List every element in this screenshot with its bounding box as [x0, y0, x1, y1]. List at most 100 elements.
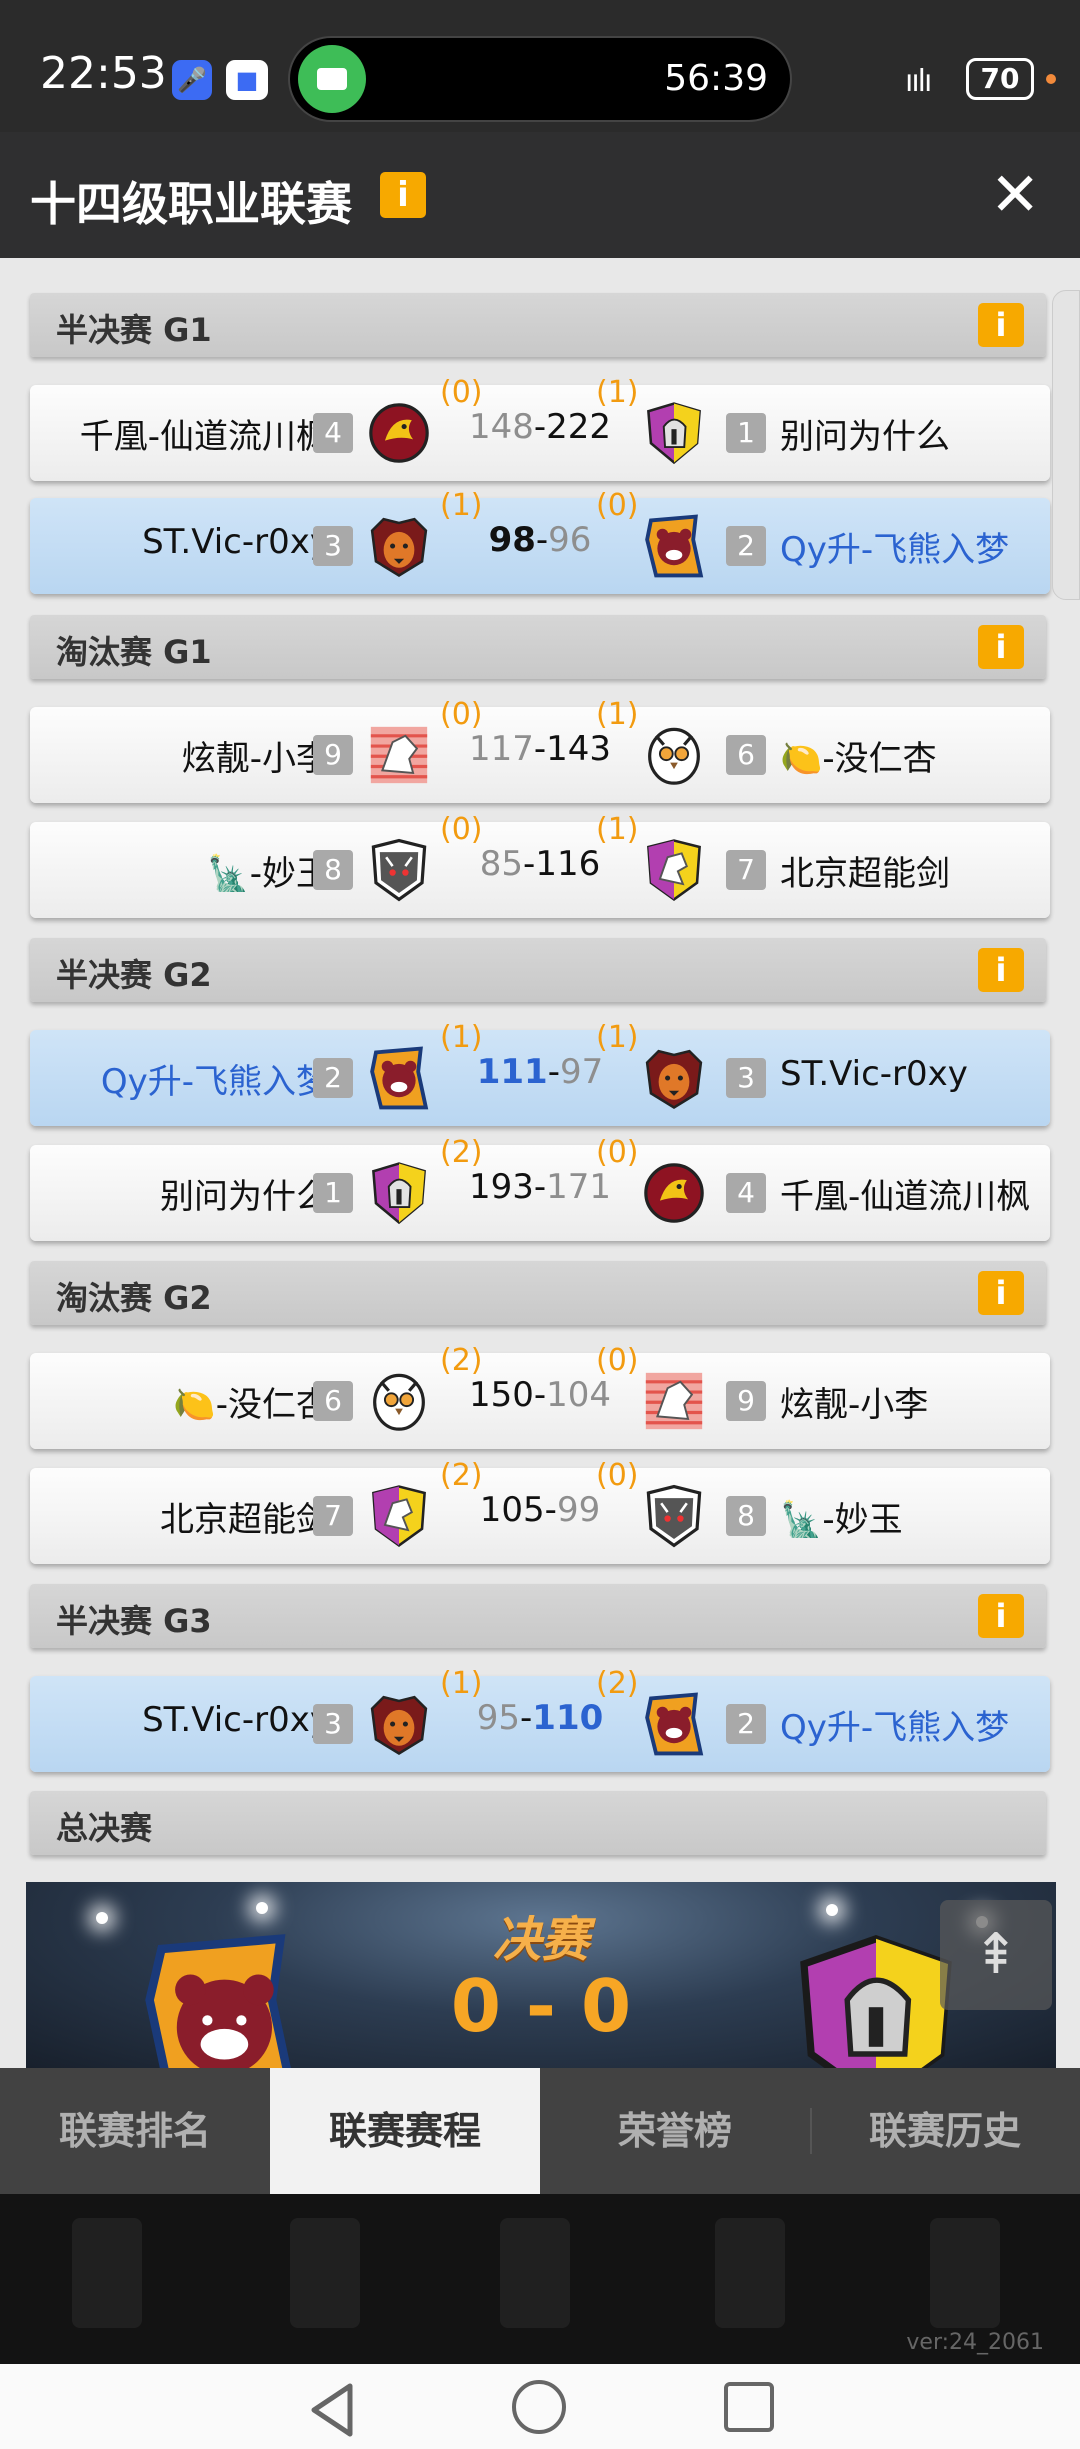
version-label: ver:24_2061: [906, 2330, 1044, 2355]
tab-schedule[interactable]: 联赛赛程: [270, 2068, 540, 2194]
microphone-icon: 🎤: [172, 60, 212, 100]
team-name-right[interactable]: 🍋-没仁杏: [780, 731, 937, 780]
bear-logo[interactable]: [642, 1690, 706, 1758]
wins-count-right: (1): [596, 375, 639, 410]
wolf-logo[interactable]: [367, 721, 431, 789]
wins-count-left: (2): [440, 1135, 483, 1170]
team-name-left[interactable]: 千凰-仙道流川枫: [80, 409, 330, 458]
wins-count-right: (0): [596, 1135, 639, 1170]
dragon-logo[interactable]: [367, 399, 431, 467]
close-icon[interactable]: ✕: [990, 160, 1040, 230]
info-icon[interactable]: i: [978, 625, 1024, 669]
match-row[interactable]: 北京超能剑 7 (2) 105-99 (0) 8 🗽-妙玉: [30, 1458, 1050, 1564]
wins-count-left: (1): [440, 488, 483, 523]
match-row[interactable]: 别问为什么 1 (2) 193-171 (0) 4 千凰-仙道流川枫: [30, 1135, 1050, 1241]
match-row[interactable]: ST.Vic-r0xy 3 (1) 95-110 (2) 2 Qy升-飞熊入梦: [30, 1666, 1050, 1772]
section-header[interactable]: 半决赛 G2 i: [30, 938, 1046, 1002]
team-name-right[interactable]: 炫靓-小李: [780, 1377, 928, 1426]
section-title: 总决赛: [56, 1809, 153, 1847]
back-icon[interactable]: [308, 2382, 358, 2438]
match-score: 98-96: [460, 520, 620, 560]
tab-standings[interactable]: 联赛排名: [0, 2068, 270, 2194]
seed-badge-right: 4: [726, 1173, 766, 1213]
lion-logo[interactable]: [367, 512, 431, 580]
team-name-left[interactable]: 别问为什么: [160, 1169, 330, 1218]
section-title: 淘汰赛 G1: [56, 633, 212, 671]
bear-logo[interactable]: [367, 1044, 431, 1112]
team-name-left[interactable]: 🍋-没仁杏: [173, 1377, 330, 1426]
match-row[interactable]: 炫靓-小李 9 (0) 117-143 (1) 6 🍋-没仁杏: [30, 697, 1050, 803]
tab-history[interactable]: 联赛历史: [810, 2068, 1080, 2194]
team-name-right[interactable]: 🗽-妙玉: [780, 1492, 903, 1541]
home-icon[interactable]: [512, 2380, 566, 2434]
info-icon[interactable]: i: [380, 172, 426, 218]
cat-logo[interactable]: [367, 836, 431, 904]
score-separator: -: [533, 729, 547, 769]
wins-count-right: (1): [596, 812, 639, 847]
section-title: 半决赛 G2: [56, 956, 212, 994]
wins-count-right: (2): [596, 1666, 639, 1701]
team-name-right[interactable]: Qy升-飞熊入梦: [780, 522, 1009, 571]
section-header[interactable]: 淘汰赛 G1 i: [30, 615, 1046, 679]
score-left: 111: [476, 1052, 548, 1092]
team-name-left[interactable]: Qy升-飞熊入梦: [101, 1054, 330, 1103]
info-icon[interactable]: i: [978, 1271, 1024, 1315]
dragon-logo[interactable]: [642, 1159, 706, 1227]
seed-badge-left: 4: [313, 413, 353, 453]
call-pill[interactable]: 56:39: [288, 36, 792, 122]
scroll-to-top-button[interactable]: ⇞: [940, 1900, 1052, 2010]
lion-logo[interactable]: [367, 1690, 431, 1758]
section-header[interactable]: 淘汰赛 G2 i: [30, 1261, 1046, 1325]
section-header[interactable]: 半决赛 G3 i: [30, 1584, 1046, 1648]
spartan-logo[interactable]: [642, 399, 706, 467]
score-right: 116: [535, 844, 601, 884]
section-header[interactable]: 总决赛: [30, 1791, 1046, 1855]
info-icon[interactable]: i: [978, 303, 1024, 347]
scrollbar[interactable]: [1052, 290, 1080, 600]
score-separator: -: [544, 1490, 557, 1530]
ghost-icon: [930, 2218, 1000, 2328]
seed-badge-right: 6: [726, 735, 766, 775]
pegasus-logo[interactable]: [367, 1482, 431, 1550]
team-name-right[interactable]: 别问为什么: [780, 409, 950, 458]
section-header[interactable]: 半决赛 G1 i: [30, 293, 1046, 357]
schedule-list[interactable]: 半决赛 G1 i 千凰-仙道流川枫 4 (0) 148-222 (1) 1 别问为什么 ST.Vi…: [0, 258, 1080, 2068]
section-title: 半决赛 G1: [56, 311, 212, 349]
team-name-right[interactable]: 千凰-仙道流川枫: [780, 1169, 1030, 1218]
wins-count-right: (0): [596, 1343, 639, 1378]
team-name-left[interactable]: ST.Vic-r0xy: [142, 1700, 330, 1740]
info-icon[interactable]: i: [978, 1594, 1024, 1638]
match-row[interactable]: 🍋-没仁杏 6 (2) 150-104 (0) 9 炫靓-小李: [30, 1343, 1050, 1449]
team-name-right[interactable]: 北京超能剑: [780, 846, 950, 895]
score-separator: -: [547, 1052, 560, 1092]
match-score: 148-222: [460, 407, 620, 447]
match-row[interactable]: 🗽-妙玉 8 (0) 85-116 (1) 7 北京超能剑: [30, 812, 1050, 918]
spartan-logo[interactable]: [367, 1159, 431, 1227]
final-banner[interactable]: 决赛 0 - 0: [26, 1882, 1056, 2068]
team-name-left[interactable]: 北京超能剑: [160, 1492, 330, 1541]
team-name-right[interactable]: ST.Vic-r0xy: [780, 1054, 968, 1094]
section-title: 半决赛 G3: [56, 1602, 212, 1640]
wolf-logo[interactable]: [642, 1367, 706, 1435]
lion-logo[interactable]: [642, 1044, 706, 1112]
info-icon[interactable]: i: [978, 948, 1024, 992]
seed-badge-left: 2: [313, 1058, 353, 1098]
match-row[interactable]: ST.Vic-r0xy 3 (1) 98-96 (0) 2 Qy升-飞熊入梦: [30, 488, 1050, 594]
team-name-left[interactable]: 炫靓-小李: [182, 731, 330, 780]
team-name-right[interactable]: Qy升-飞熊入梦: [780, 1700, 1009, 1749]
wins-count-right: (0): [596, 1458, 639, 1493]
wins-count-right: (1): [596, 1020, 639, 1055]
pegasus-logo[interactable]: [642, 836, 706, 904]
owl-logo[interactable]: [367, 1367, 431, 1435]
recent-apps-icon[interactable]: [724, 2382, 774, 2432]
owl-logo[interactable]: [642, 721, 706, 789]
bear-logo[interactable]: [642, 512, 706, 580]
match-row[interactable]: 千凰-仙道流川枫 4 (0) 148-222 (1) 1 别问为什么: [30, 375, 1050, 481]
team-name-left[interactable]: ST.Vic-r0xy: [142, 522, 330, 562]
dimmed-menu: ver:24_2061: [0, 2194, 1080, 2364]
score-separator: -: [533, 407, 547, 447]
tab-honors[interactable]: 荣誉榜: [540, 2068, 810, 2194]
team-name-left[interactable]: 🗽-妙玉: [207, 846, 330, 895]
cat-logo[interactable]: [642, 1482, 706, 1550]
match-row[interactable]: Qy升-飞熊入梦 2 (1) 111-97 (1) 3 ST.Vic-r0xy: [30, 1020, 1050, 1126]
